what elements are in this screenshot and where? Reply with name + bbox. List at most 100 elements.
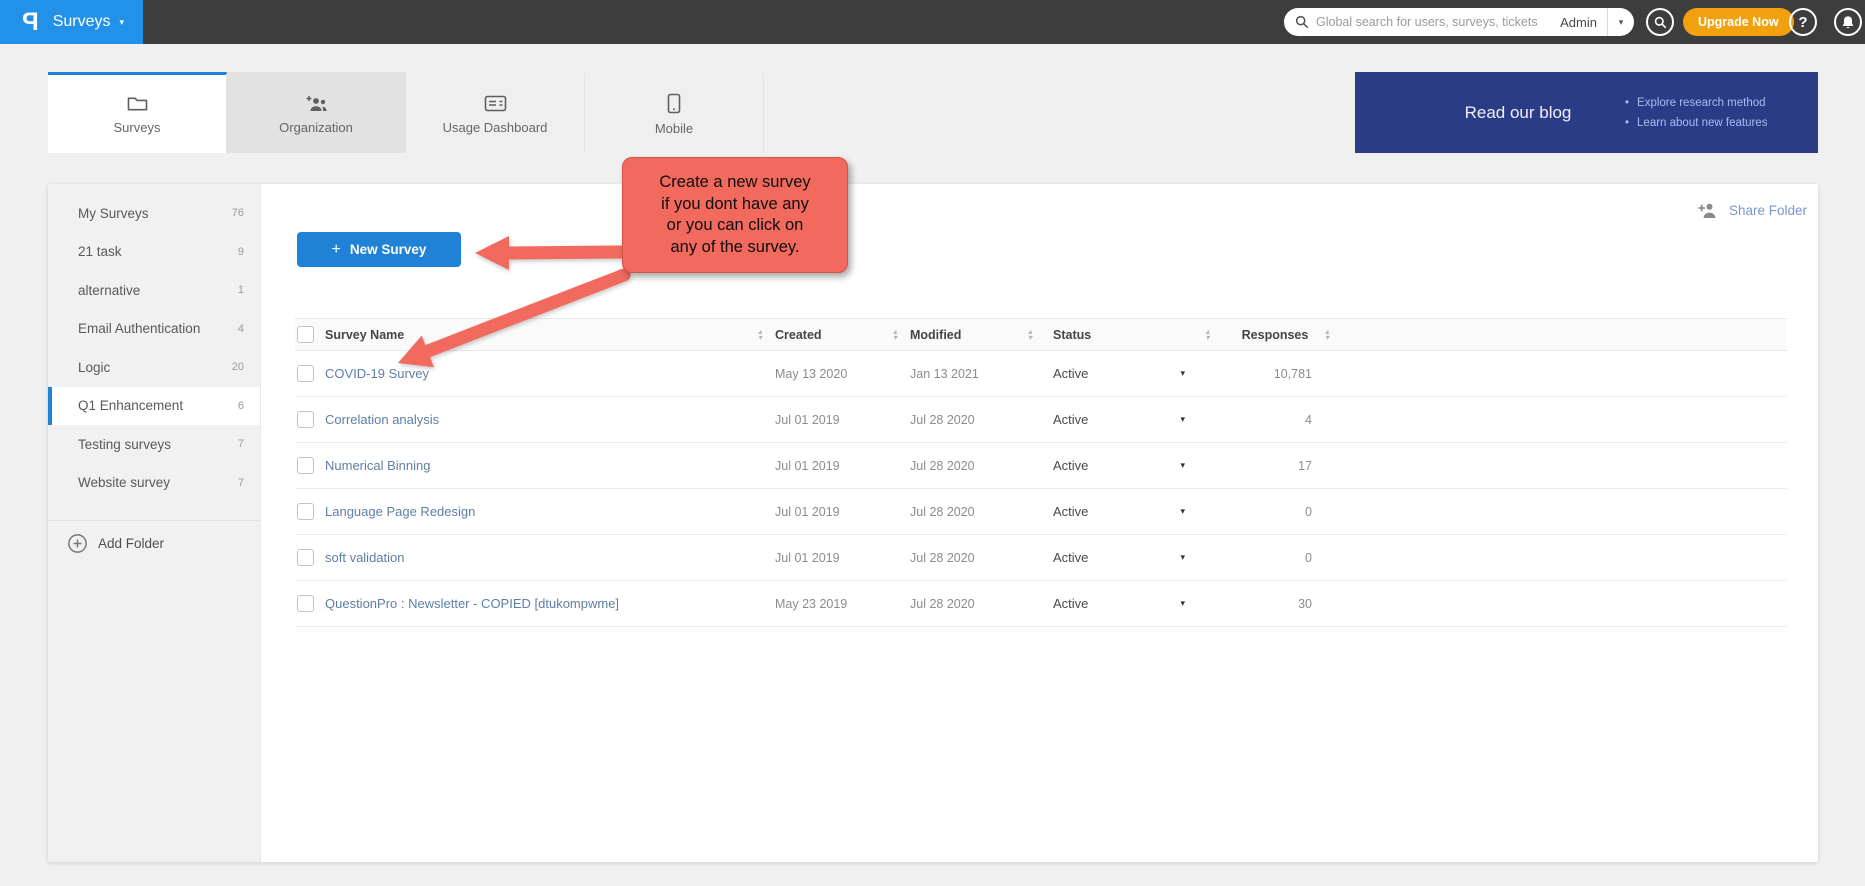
survey-table-row[interactable]: COVID-19 Survey May 13 2020 Jan 13 2021 …	[295, 351, 1787, 397]
status-caret-icon[interactable]: ▾	[1180, 414, 1190, 425]
tab-usage-dashboard[interactable]: Usage Dashboard	[406, 72, 585, 153]
notifications-button[interactable]	[1834, 8, 1862, 36]
tab-surveys[interactable]: Surveys	[48, 72, 227, 153]
modified-cell: Jul 28 2020	[910, 551, 1015, 565]
folder-label: My Surveys	[78, 206, 232, 221]
survey-table-body: COVID-19 Survey May 13 2020 Jan 13 2021 …	[295, 351, 1787, 627]
status-caret-icon[interactable]: ▾	[1180, 552, 1190, 563]
column-header-modified[interactable]: Modified	[910, 328, 1015, 342]
status-label: Active	[1053, 366, 1088, 381]
row-checkbox[interactable]	[297, 411, 314, 428]
column-header-survey-name[interactable]: Survey Name	[325, 328, 745, 342]
tab-organization[interactable]: Organization	[227, 72, 406, 153]
folder-count: 7	[238, 438, 244, 450]
search-scope-selector[interactable]: Admin	[1550, 8, 1607, 36]
survey-name-link[interactable]: Language Page Redesign	[325, 504, 475, 519]
sort-icon[interactable]: ▴▾	[1325, 329, 1329, 341]
blog-bullet-link[interactable]: Explore research method	[1625, 93, 1767, 113]
status-dropdown[interactable]: Active ▾	[1045, 596, 1190, 611]
sort-icon[interactable]: ▴▾	[1028, 329, 1032, 341]
top-bar: P Surveys ▾ Admin ▾ Upgrade Now ?	[0, 0, 1865, 44]
sidebar-folder-item[interactable]: 21 task 9	[48, 233, 260, 272]
status-dropdown[interactable]: Active ▾	[1045, 412, 1190, 427]
chevron-down-icon: ▾	[119, 17, 124, 28]
status-dropdown[interactable]: Active ▾	[1045, 366, 1190, 381]
upgrade-now-button[interactable]: Upgrade Now	[1683, 8, 1794, 36]
row-checkbox[interactable]	[297, 503, 314, 520]
sort-icon[interactable]: ▴▾	[1205, 329, 1209, 341]
status-caret-icon[interactable]: ▾	[1180, 598, 1190, 609]
add-users-icon	[304, 94, 329, 113]
sort-icon[interactable]: ▴▾	[758, 329, 762, 341]
created-cell: Jul 01 2019	[775, 459, 880, 473]
search-scope-caret[interactable]: ▾	[1607, 8, 1634, 36]
status-dropdown[interactable]: Active ▾	[1045, 504, 1190, 519]
row-checkbox[interactable]	[297, 549, 314, 566]
survey-name-link[interactable]: Numerical Binning	[325, 458, 431, 473]
status-label: Active	[1053, 458, 1088, 473]
row-checkbox[interactable]	[297, 457, 314, 474]
folder-icon	[126, 94, 149, 113]
status-caret-icon[interactable]: ▾	[1180, 506, 1190, 517]
modified-cell: Jan 13 2021	[910, 367, 1015, 381]
survey-name-link[interactable]: soft validation	[325, 550, 405, 565]
created-cell: Jul 01 2019	[775, 505, 880, 519]
folder-label: Email Authentication	[78, 321, 238, 336]
column-header-status[interactable]: Status	[1045, 328, 1190, 342]
global-search-input[interactable]	[1316, 15, 1550, 29]
add-folder-button[interactable]: Add Folder	[48, 520, 260, 566]
content-panel: My Surveys 76 21 task 9 alternative 1 Em…	[48, 184, 1818, 862]
sidebar-folder-item[interactable]: alternative 1	[48, 271, 260, 310]
sort-icon[interactable]: ▴▾	[893, 329, 897, 341]
share-folder-button[interactable]: Share Folder	[1697, 202, 1807, 219]
help-button[interactable]: ?	[1789, 8, 1817, 36]
product-switcher[interactable]: P Surveys ▾	[0, 0, 143, 44]
survey-name-link[interactable]: COVID-19 Survey	[325, 366, 429, 381]
status-caret-icon[interactable]: ▾	[1180, 368, 1190, 379]
status-caret-icon[interactable]: ▾	[1180, 460, 1190, 471]
column-header-responses[interactable]: Responses	[1225, 328, 1325, 342]
blog-bullet-list: Explore research methodLearn about new f…	[1625, 93, 1767, 133]
created-cell: May 23 2019	[775, 597, 880, 611]
survey-name-link[interactable]: Correlation analysis	[325, 412, 439, 427]
blog-bullet-link[interactable]: Learn about new features	[1625, 113, 1767, 133]
column-header-created[interactable]: Created	[775, 328, 880, 342]
status-dropdown[interactable]: Active ▾	[1045, 458, 1190, 473]
tooltip-line: or you can click on	[623, 215, 847, 237]
sidebar-folder-item[interactable]: Q1 Enhancement 6	[48, 387, 260, 426]
read-our-blog-link[interactable]: Read our blog	[1433, 103, 1603, 123]
sidebar-folder-item[interactable]: Logic 20	[48, 348, 260, 387]
survey-table-row[interactable]: QuestionPro : Newsletter - COPIED [dtuko…	[295, 581, 1787, 627]
survey-name-link[interactable]: QuestionPro : Newsletter - COPIED [dtuko…	[325, 596, 619, 611]
plus-icon: +	[332, 241, 341, 259]
modified-cell: Jul 28 2020	[910, 413, 1015, 427]
folder-count: 1	[238, 284, 244, 296]
created-cell: Jul 01 2019	[775, 551, 880, 565]
survey-table-row[interactable]: Correlation analysis Jul 01 2019 Jul 28 …	[295, 397, 1787, 443]
survey-table-row[interactable]: Numerical Binning Jul 01 2019 Jul 28 202…	[295, 443, 1787, 489]
sidebar-folder-item[interactable]: Email Authentication 4	[48, 310, 260, 349]
select-all-checkbox[interactable]	[297, 326, 314, 343]
new-survey-button[interactable]: + New Survey	[297, 232, 461, 267]
status-dropdown[interactable]: Active ▾	[1045, 550, 1190, 565]
sidebar-folder-item[interactable]: Website survey 7	[48, 464, 260, 503]
responses-cell: 4	[1190, 413, 1325, 427]
row-checkbox[interactable]	[297, 365, 314, 382]
survey-table-row[interactable]: Language Page Redesign Jul 01 2019 Jul 2…	[295, 489, 1787, 535]
folder-label: Q1 Enhancement	[78, 398, 238, 413]
tooltip-line: if you dont have any	[623, 194, 847, 216]
status-label: Active	[1053, 596, 1088, 611]
responses-cell: 17	[1190, 459, 1325, 473]
folder-count: 6	[238, 400, 244, 412]
global-search[interactable]: Admin ▾	[1284, 8, 1634, 36]
question-mark-icon: ?	[1798, 14, 1807, 31]
tab-mobile[interactable]: Mobile	[585, 72, 764, 153]
sidebar-folder-item[interactable]: Testing surveys 7	[48, 425, 260, 464]
mobile-phone-icon	[667, 93, 681, 114]
sidebar-folder-item[interactable]: My Surveys 76	[48, 194, 260, 233]
search-button[interactable]	[1646, 8, 1674, 36]
folder-count: 9	[238, 246, 244, 258]
survey-table-row[interactable]: soft validation Jul 01 2019 Jul 28 2020 …	[295, 535, 1787, 581]
row-checkbox[interactable]	[297, 595, 314, 612]
share-person-icon	[1697, 202, 1718, 219]
